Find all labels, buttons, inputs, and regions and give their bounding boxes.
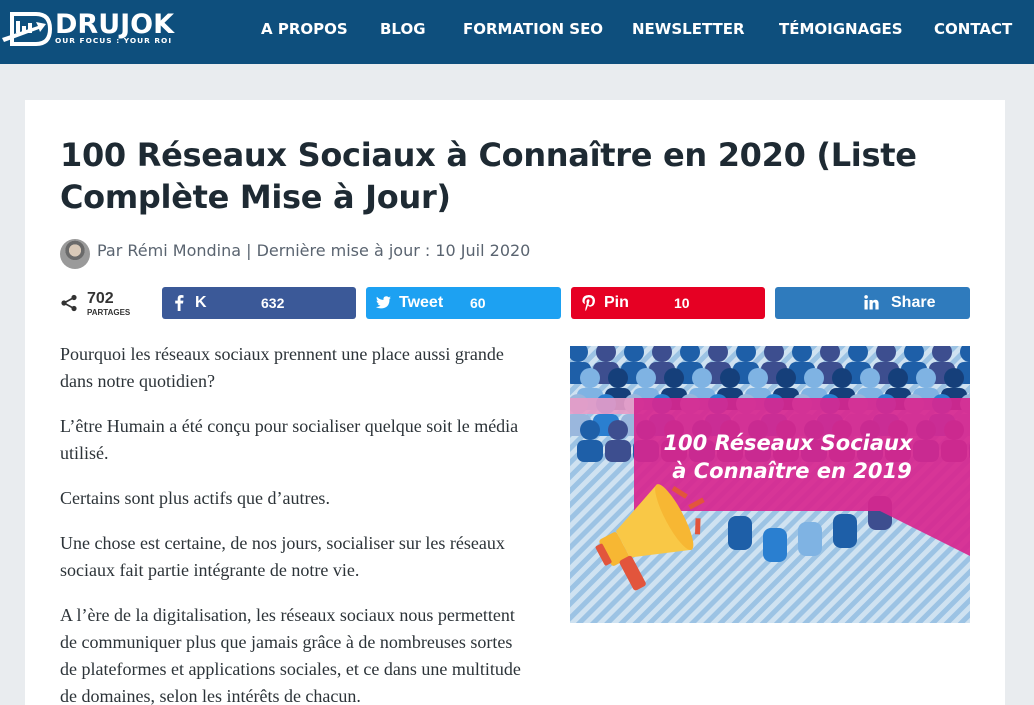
crowd-person-head	[888, 368, 908, 388]
facebook-share-label: K	[195, 294, 207, 311]
crowd-person-head	[580, 368, 600, 388]
linkedin-share-label: Share	[891, 294, 936, 311]
crowd-person-body	[728, 516, 752, 550]
paragraph: Pourquoi les réseaux sociaux prennent un…	[60, 344, 504, 391]
twitter-share-count: 60	[470, 295, 486, 311]
crowd-person-head	[804, 368, 824, 388]
paragraph-text: A l’ère de la digitalisation, les réseau…	[60, 605, 521, 705]
crowd-person-head	[720, 368, 740, 388]
twitter-icon	[375, 296, 391, 309]
crowd-person-head	[916, 368, 936, 388]
pinterest-share-button[interactable]: Pin 10	[571, 287, 765, 319]
paragraph: Certains sont plus actifs que d’autres.	[60, 488, 330, 508]
crowd-person-head	[664, 368, 684, 388]
linkedin-icon	[864, 295, 879, 310]
article-title: 100 Réseaux Sociaux à Connaître en 2020 …	[60, 136, 917, 216]
share-icon	[61, 294, 77, 312]
paragraph: L’être Humain a été conçu pour socialise…	[60, 416, 519, 463]
author-avatar[interactable]	[60, 239, 90, 269]
pinterest-share-count: 10	[674, 295, 690, 311]
nav-item-newsletter[interactable]: NEWSLETTER	[632, 19, 745, 39]
logo-tagline: OUR FOCUS : YOUR ROI	[55, 36, 173, 45]
crowd-person-head	[776, 368, 796, 388]
site-logo[interactable]: DRUJOK OUR FOCUS : YOUR ROI	[0, 10, 190, 50]
facebook-share-button[interactable]: K 632	[162, 287, 356, 319]
share-total: 702 PARTAGES	[60, 290, 150, 318]
logo-icon	[2, 12, 52, 46]
crowd-person-head	[748, 368, 768, 388]
pinterest-share-label: Pin	[604, 294, 629, 311]
nav-item-temoignages[interactable]: TÉMOIGNAGES	[779, 19, 903, 39]
facebook-icon	[175, 295, 184, 311]
crowd-person-head	[608, 420, 628, 440]
crowd-person-body	[763, 528, 787, 562]
facebook-share-count: 632	[261, 295, 285, 311]
byline: Par Rémi Mondina | Dernière mise à jour …	[97, 241, 531, 260]
nav-item-blog[interactable]: BLOG	[380, 19, 426, 39]
crowd-person-head	[692, 368, 712, 388]
crowd-person-body	[605, 440, 631, 462]
nav-item-contact[interactable]: CONTACT	[934, 19, 1012, 39]
crowd-person-head	[608, 368, 628, 388]
crowd-person-head	[580, 420, 600, 440]
crowd-person-body	[833, 514, 857, 548]
hero-illustration: 100 Réseaux Sociaux à Connaître en 2019	[570, 346, 970, 623]
hero-line-1: 100 Réseaux Sociaux	[663, 431, 914, 455]
nav-item-a-propos[interactable]: A PROPOS	[261, 19, 348, 39]
twitter-share-label: Tweet	[399, 294, 444, 311]
hero-image[interactable]: 100 Réseaux Sociaux à Connaître en 2019	[570, 346, 970, 623]
crowd-person-body	[798, 522, 822, 556]
twitter-share-button[interactable]: Tweet 60	[366, 287, 561, 319]
site-header: DRUJOK OUR FOCUS : YOUR ROI A PROPOS BLO…	[0, 0, 1034, 64]
hero-line-2: à Connaître en 2019	[672, 459, 912, 483]
crowd-person-head	[860, 368, 880, 388]
paragraph: Une chose est certaine, de nos jours, so…	[60, 533, 505, 580]
crowd-person-head	[636, 368, 656, 388]
crowd-person-body	[577, 440, 603, 462]
share-total-count: 702	[87, 290, 114, 307]
linkedin-share-button[interactable]: Share	[775, 287, 970, 319]
pinterest-icon	[582, 295, 595, 311]
nav-item-formation-seo[interactable]: FORMATION SEO	[463, 19, 603, 39]
share-total-label: PARTAGES	[87, 308, 131, 317]
crowd-person-head	[832, 368, 852, 388]
crowd-person-head	[944, 368, 964, 388]
